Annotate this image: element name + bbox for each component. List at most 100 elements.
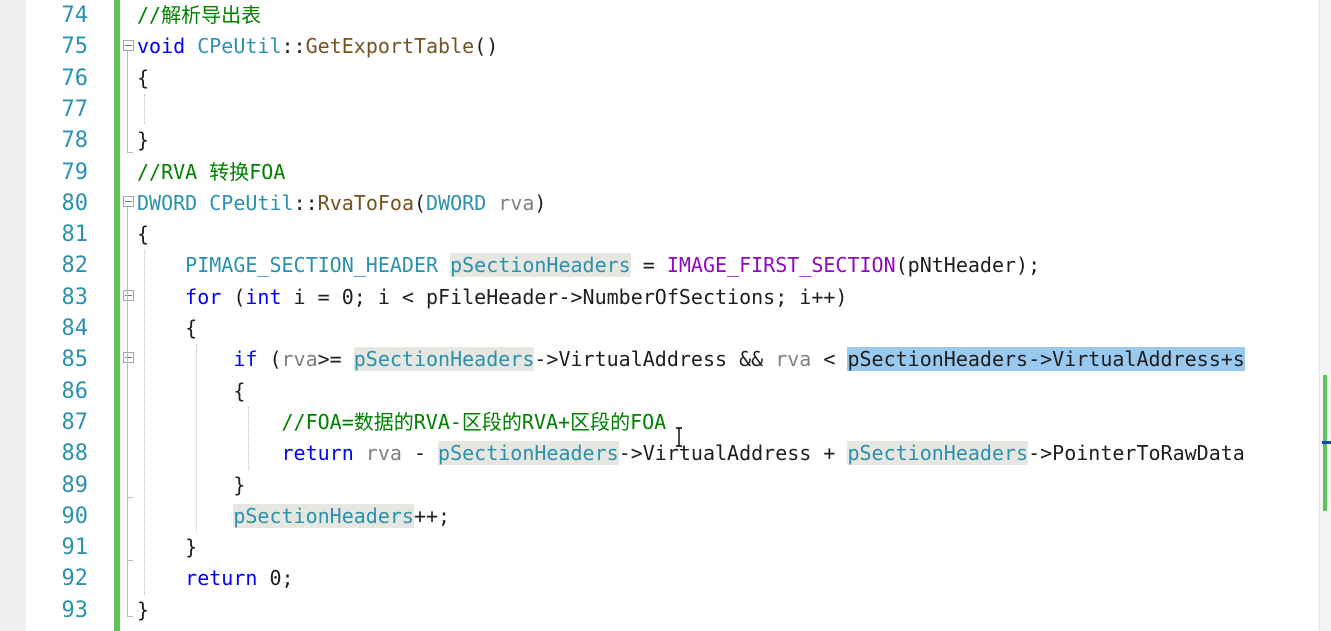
indent-guide [196,344,197,532]
code-token: ( [257,347,282,372]
code-token: RvaToFoa [317,190,414,215]
code-line[interactable]: return 0; [137,563,294,594]
code-line[interactable]: pSectionHeaders++; [137,501,450,532]
code-token: for [185,284,222,309]
code-line[interactable]: } [137,470,245,501]
code-token: ( [221,284,246,309]
code-token: () [474,34,499,59]
line-number: 87 [61,409,89,435]
code-token: i = 0; i < pFileHeader->NumberOfSections… [281,284,848,309]
line-number: 75 [61,34,89,60]
fold-toggle-icon[interactable] [123,40,134,51]
code-token: } [137,597,150,622]
fold-toggle-icon[interactable] [123,352,134,363]
line-number: 80 [61,190,89,216]
code-token: rva [498,190,535,215]
code-token: ->VirtualAddress + [618,441,848,466]
indent-guide [144,94,145,124]
code-line[interactable]: //解析导出表 [137,0,261,31]
code-line[interactable]: { [137,313,197,344]
code-token: CPeUtil [197,34,282,59]
code-line[interactable]: //RVA 转换FOA [137,157,285,188]
line-number: 81 [61,222,89,248]
line-number: 92 [61,566,89,592]
line-number: 89 [61,472,89,498]
code-token: :: [293,190,318,215]
code-token: } [137,128,150,153]
code-token: < [811,347,848,372]
code-line[interactable]: //FOA=数据的RVA-区段的RVA+区段的FOA [137,407,667,438]
code-token: = [630,253,667,278]
fold-region-line [127,51,128,152]
code-text-area[interactable]: //解析导出表 void CPeUtil::GetExportTable(){} /… [120,0,1331,631]
line-number-gutter: 74 75 76 77 78 79 80 81 82 83 84 85 86 87 88 89 90 91 92 93 [26,0,114,631]
code-line[interactable]: { [137,376,245,407]
code-line[interactable]: for (int i = 0; i < pFileHeader->NumberO… [137,282,847,313]
code-line[interactable]: { [137,63,149,94]
code-token: ) [534,190,547,215]
code-token: - [401,441,439,466]
code-line[interactable]: return rva - pSectionHeaders->VirtualAdd… [137,438,1245,469]
code-token: void [137,34,186,59]
vertical-scrollbar[interactable] [1319,0,1331,631]
code-token: { [137,222,150,247]
code-token: } [137,535,198,560]
fold-region-end [127,497,133,498]
code-token: ->PointerToRawData [1028,441,1245,466]
code-line[interactable]: void CPeUtil::GetExportTable() [137,31,498,62]
code-token: { [137,65,150,90]
code-token: ->VirtualAddress && [534,347,776,372]
editor-left-margin [0,0,26,631]
code-token: { [137,378,246,403]
code-line[interactable]: } [137,532,197,563]
code-token: pSectionHeaders [450,253,631,278]
code-token: return [281,441,354,466]
fold-region-end [127,616,133,617]
code-line[interactable]: } [137,595,149,626]
code-token: CPeUtil [209,190,294,215]
code-line[interactable]: DWORD CPeUtil::RvaToFoa(DWORD rva) [137,188,546,219]
code-token: GetExportTable [305,34,475,59]
code-token: PIMAGE_SECTION_HEADER [185,253,439,278]
fold-region-end [127,152,133,153]
code-token: rva [365,441,402,466]
code-token: //RVA 转换FOA [137,159,286,184]
code-token: pSectionHeaders->VirtualAddress+s [847,347,1245,372]
code-token: (pNtHeader); [895,253,1041,278]
code-token: } [137,472,246,497]
line-number: 85 [61,347,89,373]
code-token: pSectionHeaders [847,441,1029,466]
code-token: int [245,284,282,309]
code-token: DWORD [426,190,487,215]
line-number: 77 [61,96,89,122]
code-token: 0; [257,566,294,591]
code-line[interactable]: } [137,125,149,156]
code-line[interactable]: { [137,219,149,250]
indent-guide [144,250,145,595]
code-line[interactable]: if (rva>= pSectionHeaders->VirtualAddres… [137,344,1245,375]
code-token: rva [281,347,318,372]
code-editor[interactable]: 74 75 76 77 78 79 80 81 82 83 84 85 86 87 88 89 90 91 92 93… [0,0,1331,631]
line-number: 91 [61,535,89,561]
line-number: 83 [61,284,89,310]
code-token: //FOA=数据的RVA-区段的RVA+区段的FOA [281,409,667,434]
code-token: IMAGE_FIRST_SECTION [666,253,896,278]
code-line[interactable]: PIMAGE_SECTION_HEADER pSectionHeaders = … [137,250,1040,281]
code-token: >= [317,347,354,372]
scrollbar-caret-marker [1322,441,1331,444]
code-token: ( [413,190,427,215]
fold-toggle-icon[interactable] [123,290,134,301]
fold-toggle-icon[interactable] [123,196,134,207]
code-token: DWORD [137,190,198,215]
code-token: //解析导出表 [137,3,262,27]
line-number: 93 [61,597,89,623]
